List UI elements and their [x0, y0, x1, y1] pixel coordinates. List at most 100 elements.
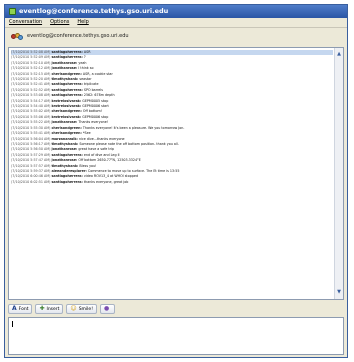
- menu-options[interactable]: Options: [50, 18, 69, 27]
- font-icon: A: [12, 305, 17, 312]
- message-text: GEPM0006 start: [82, 104, 109, 109]
- message-timestamp: (7/10/2010 5:57:47 AM): [11, 158, 51, 163]
- message-author: santiagoherrera:: [51, 55, 83, 60]
- smiley-icon: ☺: [70, 305, 77, 312]
- chat-log[interactable]: (7/10/2010 5:52:08 AM) santiagoherrera: …: [8, 47, 344, 300]
- message-text: I think so: [78, 66, 94, 71]
- message-author: timothyshank:: [51, 141, 79, 146]
- chat-room-icon: [11, 32, 23, 41]
- attention-button[interactable]: ●: [100, 304, 116, 314]
- message-author: cherisondgreen:: [51, 125, 82, 130]
- message-timestamp: (7/10/2010 5:59:37 AM): [11, 168, 51, 173]
- message-author: aleeanderesplorer:: [51, 168, 87, 173]
- message-timestamp: (7/10/2010 6:00:46 AM): [11, 174, 51, 179]
- message-author: timothyshank:: [51, 163, 79, 168]
- message-line: (7/10/2010 6:02:51 AM) santiagoherrera: …: [11, 180, 333, 185]
- chat-window: eventlog@conference.tethys.gso.uri.edu C…: [4, 4, 348, 358]
- message-author: santiagoherrera:: [51, 174, 83, 179]
- message-timestamp: (7/10/2010 6:02:51 AM): [11, 179, 51, 184]
- message-timestamp: (7/10/2010 5:56:17 AM): [11, 141, 51, 146]
- message-timestamp: (7/10/2010 5:54:17 AM): [11, 98, 51, 103]
- message-text: Thanks everyone! It's been a pleasure. W…: [82, 125, 185, 130]
- message-timestamp: (7/10/2010 5:54:40 AM): [11, 104, 51, 109]
- message-input[interactable]: [8, 317, 344, 355]
- message-timestamp: (7/10/2010 5:52:41 AM): [11, 82, 51, 87]
- scroll-down-icon[interactable]: ▼: [335, 288, 343, 297]
- message-text: GEPM0005 stop: [82, 98, 109, 103]
- message-text: Bless you!: [79, 163, 97, 168]
- message-author: jonathanrose:: [51, 60, 78, 65]
- message-timestamp: (7/10/2010 5:55:06 AM): [11, 114, 51, 119]
- message-timestamp: (7/10/2010 5:52:08 AM): [11, 50, 51, 54]
- message-author: santiagoherrera:: [51, 179, 83, 184]
- scroll-up-icon[interactable]: ▲: [335, 50, 343, 59]
- title-bar[interactable]: eventlog@conference.tethys.gso.uri.edu: [5, 5, 347, 18]
- message-timestamp: (7/10/2010 5:55:30 AM): [11, 125, 51, 130]
- message-text: video ROV13_4 at WHOI stopped: [83, 174, 139, 179]
- message-timestamp: (7/10/2010 5:57:29 AM): [11, 152, 51, 157]
- message-text: Off bottom 2650.77°N, 12503.3324°E: [78, 158, 141, 163]
- message-author: jonathanrose:: [51, 66, 78, 71]
- message-text: end of dive and Leg II: [83, 152, 120, 157]
- message-author: santiagoherrera:: [51, 82, 83, 87]
- message-timestamp: (7/10/2010 5:52:12 AM): [11, 66, 51, 71]
- message-author: cherisondgreen:: [51, 71, 82, 76]
- message-author: cherisondgreen:: [51, 109, 82, 114]
- message-author: santiagoherrera:: [51, 87, 83, 92]
- message-author: santiagoherrera:: [51, 50, 83, 54]
- message-author: cherisondgreen:: [51, 131, 82, 136]
- message-author: jonathanrose:: [51, 120, 78, 125]
- format-toolbar: A Font ✚ Insert ☺ Smile! ●: [8, 303, 344, 315]
- menu-help[interactable]: Help: [77, 18, 88, 27]
- message-text: nice dive...thanks everyone: [78, 136, 125, 141]
- message-timestamp: (7/10/2010 5:53:08 AM): [11, 93, 51, 98]
- menu-bar: Conversation Options Help: [5, 18, 347, 28]
- smile-button[interactable]: ☺ Smile!: [66, 304, 98, 314]
- message-list: (7/10/2010 5:52:08 AM) santiagoherrera: …: [11, 50, 333, 185]
- message-text: ASR: [83, 50, 91, 54]
- font-button[interactable]: A Font: [8, 304, 33, 314]
- message-text: Someone please note the off bottom posit…: [79, 141, 179, 146]
- message-author: jonathanrose:: [51, 147, 78, 152]
- log-scrollbar[interactable]: ▲ ▼: [334, 48, 343, 299]
- message-timestamp: (7/10/2010 5:52:09 AM): [11, 55, 51, 60]
- message-author: krotrelosivarak:: [51, 98, 82, 103]
- message-author: jonathanrose:: [51, 158, 78, 163]
- insert-button[interactable]: ✚ Insert: [35, 304, 64, 314]
- text-caret: [12, 321, 13, 327]
- message-text: great have a safe trip: [78, 147, 114, 152]
- message-author: timothyshank:: [51, 77, 79, 82]
- message-timestamp: (7/10/2010 5:52:20 AM): [11, 77, 51, 82]
- room-header: eventlog@conference.tethys.gso.uri.edu: [5, 28, 347, 44]
- message-text: SPO barrels: [83, 87, 103, 92]
- message-author: marzanarzalk:: [51, 136, 78, 141]
- message-text: Off bottom!: [82, 109, 103, 114]
- message-text: thanks everyone, great job: [83, 179, 129, 184]
- message-text: yeah: [78, 60, 87, 65]
- message-timestamp: (7/10/2010 5:55:41 AM): [11, 131, 51, 136]
- font-button-label: Font: [18, 306, 29, 312]
- message-timestamp: (7/10/2010 5:52:15 AM): [11, 71, 51, 76]
- message-text: Thanks everyone!: [78, 120, 109, 125]
- room-name: eventlog@conference.tethys.gso.uri.edu: [27, 33, 129, 39]
- message-author: krotrelosivarak:: [51, 114, 82, 119]
- message-text: triplicate: [83, 82, 99, 87]
- message-text: 2562: 678m depth: [83, 93, 115, 98]
- message-author: santiagoherrera:: [51, 152, 83, 157]
- message-timestamp: (7/10/2010 5:56:04 AM): [11, 136, 51, 141]
- message-timestamp: (7/10/2010 5:52:10 AM): [11, 60, 51, 65]
- insert-button-label: Insert: [46, 306, 60, 312]
- message-timestamp: (7/10/2010 5:55:22 AM): [11, 120, 51, 125]
- message-text: *See: [82, 131, 91, 136]
- attention-icon: ●: [104, 305, 110, 312]
- pidgin-icon: [9, 8, 16, 15]
- smile-button-label: Smile!: [78, 306, 94, 312]
- insert-icon: ✚: [39, 305, 45, 312]
- menu-conversation[interactable]: Conversation: [9, 18, 42, 27]
- message-text: Commence to move up to surface. The Et t…: [87, 168, 180, 173]
- message-text: ASR, a cookie star: [82, 71, 113, 76]
- message-text: GEPM0006 stop: [82, 114, 109, 119]
- message-timestamp: (7/10/2010 5:55:02 AM): [11, 109, 51, 114]
- window-title: eventlog@conference.tethys.gso.uri.edu: [19, 7, 169, 15]
- message-author: santiagoherrera:: [51, 93, 83, 98]
